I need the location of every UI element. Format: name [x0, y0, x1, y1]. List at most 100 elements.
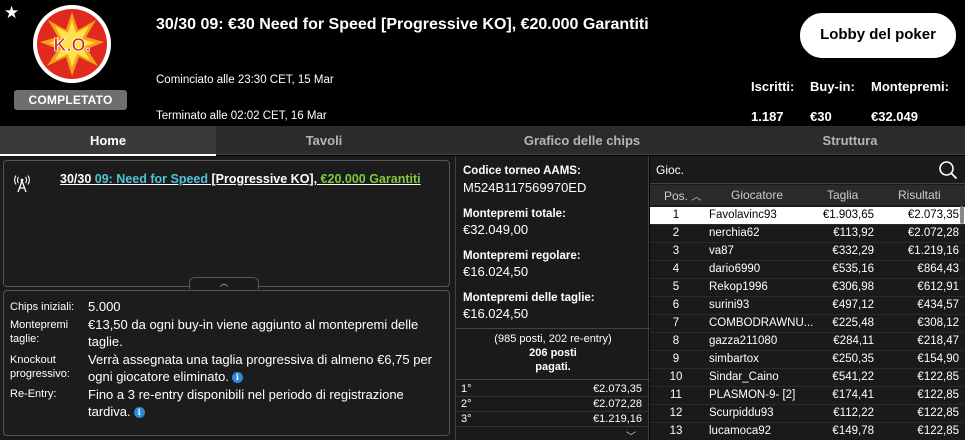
info-panel: 30/30 09: Need for Speed [Progressive KO…	[0, 156, 455, 440]
prize-place: 1°	[461, 383, 472, 395]
table-row[interactable]: 8 gazza211080 €284,11 €218,47	[650, 333, 965, 351]
player-pos: 12	[669, 407, 683, 419]
player-name: PLASMON-9- [2]	[709, 389, 796, 401]
end-time: Terminato alle 02:02 CET, 16 Mar	[156, 110, 327, 122]
prizepool-value: €32.049	[871, 109, 918, 124]
table-row[interactable]: 1 Favolavinc93 €1.903,65 €2.073,35	[650, 207, 965, 225]
tab-structure[interactable]: Struttura	[742, 126, 958, 155]
scrollbar[interactable]	[960, 206, 964, 224]
news-part-4: €20.000 Garantiti	[320, 172, 421, 186]
tab-chip-graph[interactable]: Grafico delle chips	[474, 126, 690, 155]
places-paid-line-1: 206 posti	[529, 347, 577, 359]
player-pos: 13	[669, 425, 683, 437]
table-row[interactable]: 7 COMBODRAWNU... €225,48 €308,12	[650, 315, 965, 333]
start-time: Cominciato alle 23:30 CET, 15 Mar	[156, 74, 334, 86]
player-bounty: €497,12	[832, 299, 874, 311]
player-bounty: €306,98	[832, 281, 874, 293]
detail-label-reentry: Re-Entry:	[10, 388, 57, 400]
chevron-down-icon[interactable]: ﹀	[626, 428, 636, 440]
table-row[interactable]: 13 lucamoca92 €149,78 €122,85	[650, 423, 965, 440]
info-icon[interactable]: i	[133, 407, 145, 419]
prize-panel: Codice torneo AAMS: M524B117569970ED Mon…	[455, 156, 650, 440]
detail-value-progressive-ko: Verrà assegnata una taglia progressiva d…	[88, 352, 432, 384]
player-bounty: €250,35	[832, 353, 874, 365]
player-pos: 4	[672, 263, 680, 275]
collapse-chevron-up-icon[interactable]: ︿	[189, 277, 259, 289]
tab-bar: Home Tavoli Grafico delle chips Struttur…	[0, 126, 965, 156]
entrants-value: 1.187	[751, 109, 784, 124]
ko-logo-text: K.O.	[53, 35, 90, 55]
table-row[interactable]: 9 simbartox €250,35 €154,90	[650, 351, 965, 369]
table-row[interactable]: 4 dario6990 €535,16 €864,43	[650, 261, 965, 279]
table-row[interactable]: 6 surini93 €497,12 €434,57	[650, 297, 965, 315]
player-name: lucamoca92	[709, 425, 772, 437]
broadcast-antenna-icon	[14, 175, 30, 193]
player-bounty: €284,11	[833, 335, 874, 347]
player-pos: 6	[672, 299, 680, 311]
player-name: gazza211080	[709, 335, 778, 347]
news-part-2: 09: Need for Speed	[94, 172, 208, 186]
column-header-result[interactable]: Risultati	[898, 188, 941, 202]
table-row[interactable]: 12 Scurpiddu93 €112,22 €122,85	[650, 405, 965, 423]
divider	[456, 328, 650, 329]
detail-label-chips: Chips iniziali:	[10, 301, 75, 313]
tab-tables[interactable]: Tavoli	[216, 126, 432, 155]
tab-home[interactable]: Home	[0, 126, 216, 156]
search-icon[interactable]	[938, 160, 958, 180]
column-header-player[interactable]: Giocatore	[731, 188, 783, 202]
table-row[interactable]: 10 Sindar_Caino €541,22 €122,85	[650, 369, 965, 387]
prizepool-label: Montepremi:	[871, 79, 949, 94]
player-result: €2.073,35	[907, 209, 959, 221]
player-pos: 3	[672, 245, 680, 257]
table-row[interactable]: 3 va87 €332,29 €1.219,16	[650, 243, 965, 261]
table-row[interactable]: 5 Rekop1996 €306,98 €612,91	[650, 279, 965, 297]
player-name: nerchia62	[709, 227, 760, 239]
table-row[interactable]: 11 PLASMON-9- [2] €174,41 €122,85	[650, 387, 965, 405]
favorite-star-icon[interactable]: ★	[4, 4, 19, 21]
players-panel: Pos. ︿ Giocatore Taglia Risultati 1 Favol…	[650, 156, 965, 440]
entrants-label: Iscritti:	[751, 79, 795, 94]
players-table-header: Pos. ︿ Giocatore Taglia Risultati	[650, 185, 965, 205]
player-name: Rekop1996	[709, 281, 768, 293]
knockout-logo-icon: K.O.	[33, 5, 111, 83]
aams-code-value: M524B117569970ED	[463, 180, 587, 195]
detail-value-progressive-ko-wrap: Verrà assegnata una taglia progressiva d…	[88, 351, 443, 385]
player-bounty: €1.903,65	[822, 209, 874, 221]
regular-prize-label: Montepremi regolare:	[463, 250, 581, 262]
player-bounty: €535,16	[832, 263, 874, 275]
player-name: simbartox	[709, 353, 759, 365]
news-part-3: [Progressive KO],	[208, 172, 321, 186]
player-search-input[interactable]	[656, 160, 926, 180]
player-result: €122,85	[917, 425, 959, 437]
prize-amount: €2.073,35	[593, 383, 642, 395]
player-bounty: €174,41	[832, 389, 874, 401]
player-bounty: €113,92	[833, 227, 874, 239]
tournament-details: Chips iniziali: 5.000 Montepremi taglie:…	[3, 290, 450, 436]
sort-caret-up-icon: ︿	[691, 192, 702, 203]
player-result: €122,85	[917, 389, 959, 401]
aams-code-label: Codice torneo AAMS:	[463, 165, 581, 177]
player-bounty: €541,22	[832, 371, 874, 383]
player-result: €1.219,16	[907, 245, 959, 257]
player-bounty: €112,22	[833, 407, 874, 419]
prize-row: 1° €2.073,35	[456, 383, 650, 397]
divider	[456, 379, 650, 380]
detail-value-reentry-wrap: Fino a 3 re-entry disponibili nel period…	[88, 386, 443, 420]
regular-prize-value: €16.024,50	[463, 264, 529, 279]
column-header-bounty[interactable]: Taglia	[827, 188, 858, 202]
player-result: €612,91	[917, 281, 959, 293]
news-part-1: 30/30	[60, 172, 95, 186]
player-result: €218,47	[917, 335, 959, 347]
detail-label-bounty-pool: Montepremi taglie:	[10, 319, 69, 345]
player-name: surini93	[709, 299, 750, 311]
column-header-pos[interactable]: Pos. ︿	[664, 188, 701, 203]
player-pos: 5	[672, 281, 680, 293]
bounty-prize-label: Montepremi delle taglie:	[463, 292, 595, 304]
info-icon[interactable]: i	[231, 372, 243, 384]
news-headline-link[interactable]: 30/30 09: Need for Speed [Progressive KO…	[60, 172, 421, 186]
table-row[interactable]: 2 nerchia62 €113,92 €2.072,28	[650, 225, 965, 243]
status-badge: COMPLETATO	[14, 90, 127, 110]
prize-amount: €1.219,16	[593, 413, 642, 425]
lobby-button[interactable]: Lobby del poker	[800, 13, 956, 58]
player-name: COMBODRAWNU...	[709, 317, 814, 329]
